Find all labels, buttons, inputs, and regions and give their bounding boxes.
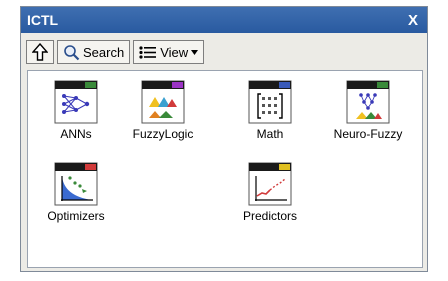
optimizers-icon	[54, 162, 98, 206]
view-list-icon	[139, 46, 157, 59]
palette-item-optimizers[interactable]: Optimizers	[32, 162, 120, 223]
window-title: ICTL	[27, 12, 59, 28]
up-button[interactable]	[26, 40, 54, 64]
neuro-fuzzy-icon	[346, 80, 390, 124]
anns-icon	[54, 80, 98, 124]
ictl-palette-window: ICTL X Search View ANNs FuzzyLogic Math …	[20, 6, 428, 272]
search-button[interactable]: Search	[57, 40, 131, 64]
palette-item-label: FuzzyLogic	[132, 127, 194, 141]
up-arrow-icon	[32, 43, 48, 61]
palette-item-anns[interactable]: ANNs	[32, 80, 120, 141]
palette-item-label: ANNs	[60, 127, 92, 141]
palette-item-neuro-fuzzy[interactable]: Neuro-Fuzzy	[324, 80, 412, 141]
chevron-down-icon	[191, 49, 199, 55]
fuzzy-logic-icon	[141, 80, 185, 124]
window-titlebar[interactable]: ICTL X	[21, 7, 427, 33]
palette-item-fuzzylogic[interactable]: FuzzyLogic	[119, 80, 207, 141]
palette-item-label: Predictors	[242, 209, 298, 223]
view-dropdown[interactable]: View	[133, 40, 205, 64]
predictors-icon	[248, 162, 292, 206]
palette-content: ANNs FuzzyLogic Math Neuro-Fuzzy Optimiz…	[27, 70, 423, 268]
search-icon	[64, 44, 80, 60]
view-button-label: View	[160, 44, 189, 60]
close-icon: X	[407, 11, 418, 29]
palette-item-label: Neuro-Fuzzy	[333, 127, 403, 141]
palette-item-predictors[interactable]: Predictors	[226, 162, 314, 223]
palette-item-label: Math	[256, 127, 284, 141]
search-button-label: Search	[83, 44, 125, 60]
palette-item-label: Optimizers	[47, 209, 105, 223]
palette-item-math[interactable]: Math	[226, 80, 314, 141]
close-button[interactable]: X	[403, 10, 423, 30]
math-matrix-icon	[248, 80, 292, 124]
palette-toolbar: Search View	[26, 38, 424, 66]
